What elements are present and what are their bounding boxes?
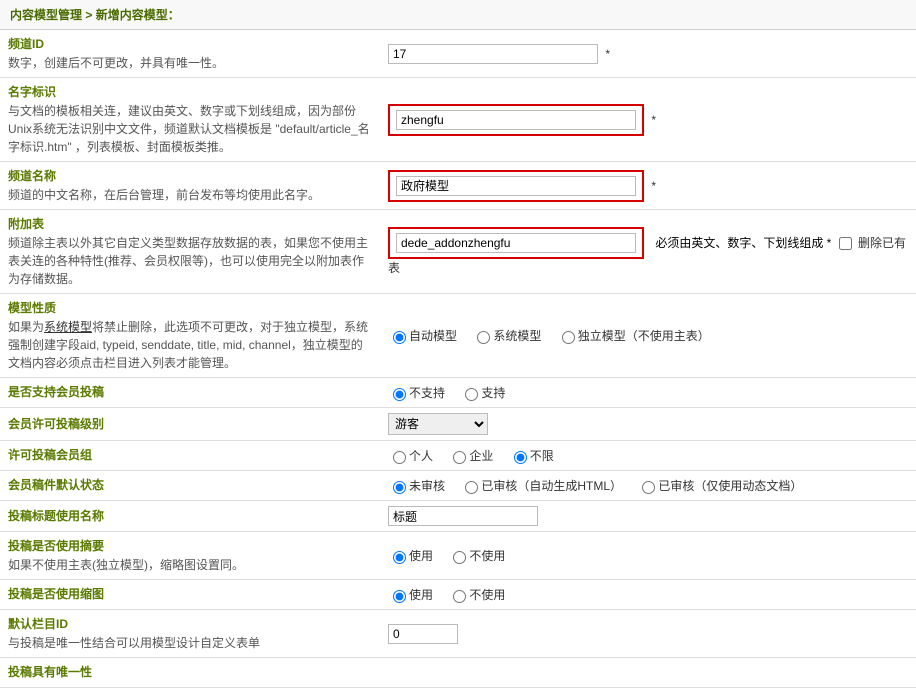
mg-personal-radio[interactable] bbox=[393, 451, 406, 464]
mg-unlimited-radio[interactable] bbox=[514, 451, 527, 464]
default-status-label: 会员稿件默认状态 bbox=[8, 476, 372, 493]
use-thumb-label: 投稿是否使用缩图 bbox=[8, 585, 372, 602]
channel-name-label: 频道名称 bbox=[8, 167, 372, 184]
default-column-input[interactable] bbox=[388, 624, 458, 644]
default-column-label: 默认栏目ID bbox=[8, 615, 372, 632]
channel-id-input[interactable] bbox=[388, 44, 598, 64]
channel-name-req: * bbox=[651, 179, 656, 193]
use-summary-group: 使用 不使用 bbox=[388, 547, 908, 565]
thumb-not-radio[interactable] bbox=[453, 590, 466, 603]
model-auto-radio[interactable] bbox=[393, 331, 406, 344]
channel-id-desc: 数字，创建后不可更改，并具有唯一性。 bbox=[8, 54, 372, 72]
model-nature-link[interactable]: 系统模型 bbox=[44, 320, 92, 334]
member-level-label: 会员许可投稿级别 bbox=[8, 415, 372, 432]
channel-name-input[interactable] bbox=[396, 176, 636, 196]
delete-existing-checkbox[interactable] bbox=[839, 237, 852, 250]
member-post-group: 不支持 支持 bbox=[388, 384, 908, 402]
model-ind-radio[interactable] bbox=[562, 331, 575, 344]
ds-dyn-radio[interactable] bbox=[642, 481, 655, 494]
addon-table-label: 附加表 bbox=[8, 215, 372, 232]
member-post-label: 是否支持会员投稿 bbox=[8, 383, 372, 400]
name-sign-desc: 与文档的模板相关连，建议由英文、数字或下划线组成，因为部份Unix系统无法识别中… bbox=[8, 102, 372, 156]
name-sign-input[interactable] bbox=[396, 110, 636, 130]
summary-use-radio[interactable] bbox=[393, 551, 406, 564]
channel-id-label: 频道ID bbox=[8, 35, 372, 52]
member-level-select[interactable]: 游客 bbox=[388, 413, 488, 435]
member-group-group: 个人 企业 不限 bbox=[388, 447, 908, 465]
mg-company-radio[interactable] bbox=[453, 451, 466, 464]
model-nature-label: 模型性质 bbox=[8, 299, 372, 316]
thumb-use-radio[interactable] bbox=[393, 590, 406, 603]
use-summary-label: 投稿是否使用摘要 bbox=[8, 537, 372, 554]
use-thumb-group: 使用 不使用 bbox=[388, 586, 908, 604]
member-group-label: 许可投稿会员组 bbox=[8, 446, 372, 463]
title-name-input[interactable] bbox=[388, 506, 538, 526]
form-table: 频道ID 数字，创建后不可更改，并具有唯一性。 * 名字标识 与文档的模板相关连… bbox=[0, 30, 916, 688]
breadcrumb: 内容模型管理 > 新增内容模型： bbox=[0, 0, 916, 30]
addon-table-desc: 频道除主表以外其它自定义类型数据存放数据的表，如果您不使用主表关连的各种特性(推… bbox=[8, 234, 372, 288]
summary-not-radio[interactable] bbox=[453, 551, 466, 564]
breadcrumb-sep: > bbox=[85, 8, 92, 22]
ds-unreview-radio[interactable] bbox=[393, 481, 406, 494]
addon-table-input[interactable] bbox=[396, 233, 636, 253]
member-post-yes-radio[interactable] bbox=[465, 388, 478, 401]
addon-table-highlight bbox=[388, 227, 644, 259]
channel-name-desc: 频道的中文名称，在后台管理，前台发布等均使用此名字。 bbox=[8, 186, 372, 204]
name-sign-req: * bbox=[651, 113, 656, 127]
member-post-no-radio[interactable] bbox=[393, 388, 406, 401]
model-nature-group: 自动模型 系统模型 独立模型（不使用主表） bbox=[388, 327, 908, 345]
default-status-group: 未审核 已审核（自动生成HTML） 已审核（仅使用动态文档） bbox=[388, 477, 908, 495]
breadcrumb-part1: 内容模型管理 bbox=[10, 8, 82, 22]
channel-id-req: * bbox=[605, 47, 610, 61]
name-sign-label: 名字标识 bbox=[8, 83, 372, 100]
model-sys-radio[interactable] bbox=[477, 331, 490, 344]
model-nature-desc: 如果为系统模型将禁止删除，此选项不可更改，对于独立模型，系统强制创建字段aid,… bbox=[8, 318, 372, 372]
name-sign-highlight bbox=[388, 104, 644, 136]
breadcrumb-part2: 新增内容模型： bbox=[96, 8, 180, 22]
channel-name-highlight bbox=[388, 170, 644, 202]
default-column-desc: 与投稿是唯一性结合可以用模型设计自定义表单 bbox=[8, 634, 372, 652]
unique-label: 投稿具有唯一性 bbox=[8, 663, 372, 680]
addon-table-hint: 必须由英文、数字、下划线组成 * bbox=[655, 236, 831, 250]
ds-html-radio[interactable] bbox=[465, 481, 478, 494]
use-summary-desc: 如果不使用主表(独立模型)，缩略图设置同。 bbox=[8, 556, 372, 574]
title-name-label: 投稿标题使用名称 bbox=[8, 507, 372, 524]
